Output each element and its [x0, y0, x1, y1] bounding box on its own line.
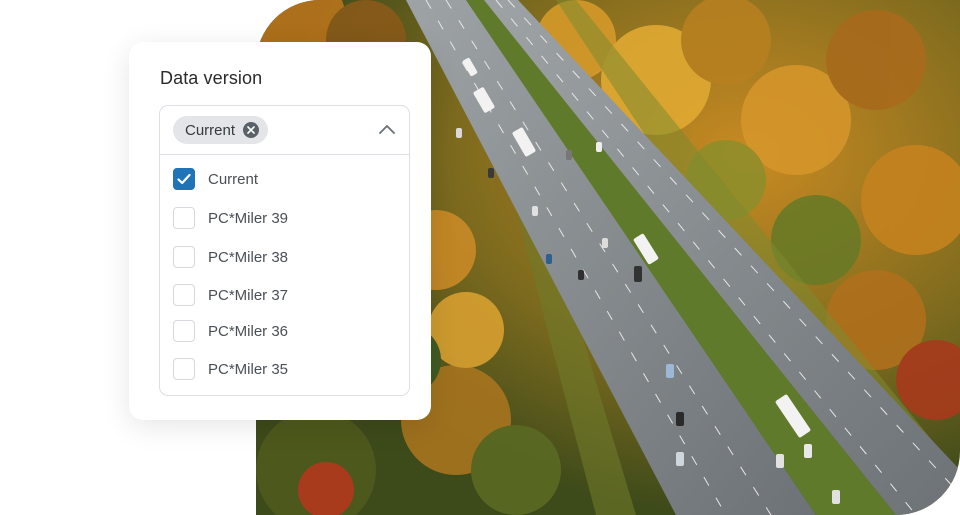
option-pcmiler-39[interactable]: PC*Miler 39 [173, 207, 288, 229]
card-title: Data version [160, 68, 263, 88]
option-label: PC*Miler 37 [208, 286, 289, 304]
option-pcmiler-36[interactable]: PC*Miler 36 [173, 320, 288, 342]
option-pcmiler-35[interactable]: PC*Miler 35 [173, 358, 288, 380]
selected-chip: Current [173, 116, 269, 144]
selected-chip-label: Current [185, 121, 236, 139]
checkbox[interactable] [173, 284, 195, 306]
chevron-up-icon[interactable] [378, 121, 396, 139]
checkbox[interactable] [173, 246, 195, 268]
option-label: PC*Miler 35 [208, 360, 289, 378]
option-label: PC*Miler 38 [208, 248, 289, 266]
checkbox-checked[interactable] [173, 168, 195, 190]
option-pcmiler-37[interactable]: PC*Miler 37 [173, 284, 288, 306]
data-version-select: Current Current PC*Miler 39 PC*Miler 38 … [159, 105, 410, 396]
option-label: Current [208, 170, 259, 188]
checkbox[interactable] [173, 358, 195, 380]
checkbox[interactable] [173, 320, 195, 342]
option-current[interactable]: Current [173, 168, 258, 190]
checkbox[interactable] [173, 207, 195, 229]
close-circle-icon[interactable] [243, 122, 260, 138]
checkmark-icon [177, 173, 191, 185]
data-version-card: Data version Current Current PC*Miler 39… [129, 42, 431, 420]
option-label: PC*Miler 36 [208, 322, 289, 340]
select-header[interactable]: Current [160, 106, 409, 155]
option-label: PC*Miler 39 [208, 209, 289, 227]
option-pcmiler-38[interactable]: PC*Miler 38 [173, 246, 288, 268]
